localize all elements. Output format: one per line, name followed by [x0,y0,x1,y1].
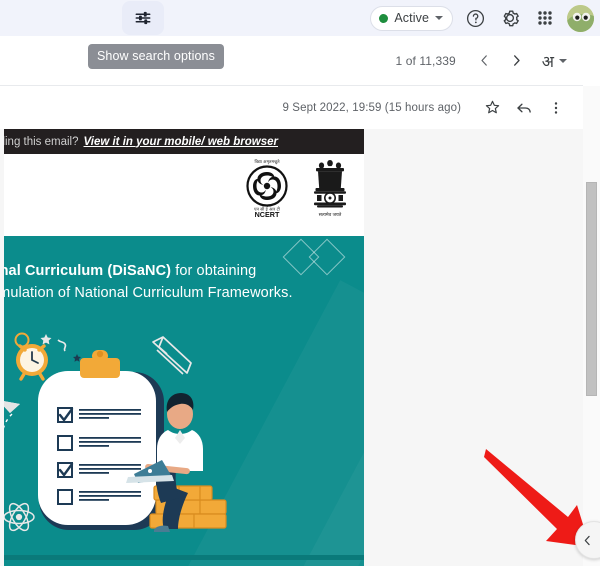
help-circle-icon [466,9,484,27]
clipboard-checklist-illustration [4,332,227,532]
pagination: 1 of 11,339 अ [395,36,567,85]
gmail-message-view: Active Show search options 1 of 11,339 अ… [0,0,600,566]
settings-button[interactable] [497,5,523,31]
header-actions: Active [370,0,594,36]
atom-icon [4,502,35,532]
chevron-down-icon [435,16,443,20]
help-button[interactable] [462,5,488,31]
hero-headline: or National Curriculum (DiSaNC) for obta… [4,261,364,304]
pagination-count: 1 of 11,339 [395,53,456,68]
svg-text:विद्या अमृतमश्नुते: विद्या अमृतमश्नुते [254,159,280,165]
email-logo-strip: विद्या अमृतमश्नुते एन सी ई आर टी NCERT स… [4,154,364,236]
chevron-right-icon [514,55,520,66]
reply-button[interactable] [511,95,537,121]
svg-text:सत्यमेव जयते: सत्यमेव जयते [319,211,342,218]
ncert-logo: विद्या अमृतमश्नुते एन सी ई आर टी NCERT [246,159,288,218]
status-chip[interactable]: Active [370,5,453,31]
avatar[interactable] [567,4,594,32]
apps-button[interactable] [532,5,558,31]
language-glyph: अ [541,51,554,71]
message-date: 9 Sept 2022, 19:59 (15 hours ago) [282,101,461,114]
input-language-button[interactable]: अ [542,50,567,72]
user-avatar-image [567,4,594,32]
search-options-tune-button[interactable] [122,1,164,35]
india-national-emblem: सत्यमेव जयते [314,160,346,218]
vertical-scrollbar-track[interactable] [583,86,600,566]
search-options-tooltip: Show search options [88,44,224,69]
clipboard-paper [38,371,156,525]
star-shape-small [73,354,81,362]
email-preheader: e reading this email? View it in your mo… [4,129,364,154]
chevron-left-icon [481,55,488,66]
previous-page-button[interactable] [470,46,500,76]
star-shape [40,334,52,345]
star-outline-icon [485,100,499,114]
status-dot [379,13,389,23]
toolbar-row: Show search options 1 of 11,339 अ [0,36,583,85]
preheader-link[interactable]: View it in your mobile/ web browser [84,136,278,148]
message-meta-actions: 9 Sept 2022, 19:59 (15 hours ago) [283,86,569,129]
email-content-card: e reading this email? View it in your mo… [4,129,364,566]
hero-headline-bold: or National Curriculum (DiSaNC) [4,263,172,279]
message-meta-row: 9 Sept 2022, 19:59 (15 hours ago) [0,86,583,129]
next-page-button[interactable] [502,46,532,76]
vertical-scrollbar-thumb[interactable] [586,182,597,396]
apps-grid-icon [538,11,552,25]
message-body: e reading this email? View it in your mo… [0,129,583,566]
star-button[interactable] [479,95,505,121]
paper-plane-icon [4,401,20,429]
reply-arrow-icon [517,103,531,113]
gear-icon [503,10,519,27]
svg-text:NCERT: NCERT [255,210,280,218]
chevron-down-icon [559,58,567,63]
more-options-button[interactable] [543,95,569,121]
tune-filter-icon [135,11,151,25]
email-hero-banner: or National Curriculum (DiSaNC) for obta… [4,236,364,566]
more-vertical-icon [554,101,558,114]
status-label: Active [394,11,429,25]
squiggle [57,339,67,352]
hero-headline-line2: ts for formulation of National Curriculu… [4,285,293,301]
app-header: Active [0,0,600,36]
pencil-icon [152,336,192,375]
chevron-left-icon [584,535,590,545]
logo-group: विद्या अमृतमश्नुते एन सी ई आर टी NCERT स… [240,156,352,218]
illustration-ground-line [4,555,364,560]
preheader-text: e reading this email? [4,135,79,148]
hero-headline-rest: for obtaining [171,263,257,279]
